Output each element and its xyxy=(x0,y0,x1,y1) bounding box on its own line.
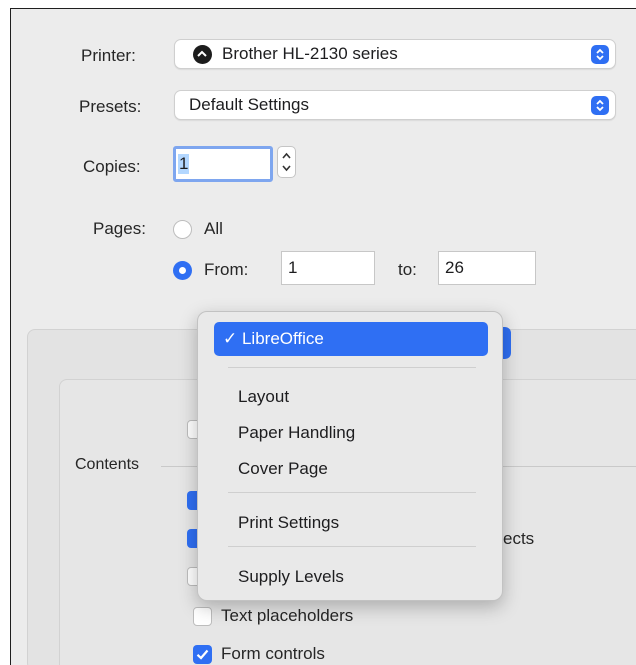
chevron-updown-icon[interactable] xyxy=(591,45,609,64)
printer-popup[interactable]: Brother HL-2130 series xyxy=(174,39,616,69)
presets-popup[interactable]: Default Settings xyxy=(174,90,616,120)
copies-stepper[interactable] xyxy=(277,146,296,178)
section-menu: ✓ LibreOffice Layout Paper Handling Cove… xyxy=(197,311,503,601)
partially-hidden-option-text: ects xyxy=(503,529,535,548)
menu-item-libreoffice[interactable]: ✓ LibreOffice xyxy=(214,322,488,356)
pages-label: Pages: xyxy=(93,219,146,238)
contents-label: Contents xyxy=(75,456,140,473)
presets-label: Presets: xyxy=(79,97,142,116)
radio-from[interactable] xyxy=(173,261,192,280)
to-input[interactable]: 26 xyxy=(438,251,536,285)
to-label: to: xyxy=(398,260,417,279)
menu-item-layout[interactable]: Layout xyxy=(238,387,289,407)
from-input[interactable]: 1 xyxy=(281,251,375,285)
menu-separator xyxy=(228,546,476,547)
radio-all-label: All xyxy=(204,219,223,238)
print-dialog: Printer: Brother HL-2130 series Presets:… xyxy=(10,8,636,665)
presets-value: Default Settings xyxy=(189,95,310,114)
from-value: 1 xyxy=(288,258,298,277)
chevron-updown-icon[interactable] xyxy=(591,96,609,115)
menu-item-cover-page[interactable]: Cover Page xyxy=(238,459,328,479)
text-placeholders-label: Text placeholders xyxy=(221,606,354,625)
checkmark-icon xyxy=(196,649,209,660)
to-value: 26 xyxy=(445,258,464,277)
form-controls-checkbox[interactable] xyxy=(193,645,212,664)
printer-value: Brother HL-2130 series xyxy=(222,44,398,63)
printer-icon xyxy=(193,44,212,64)
from-label: From: xyxy=(204,260,249,279)
menu-item-paper-handling[interactable]: Paper Handling xyxy=(238,423,355,443)
menu-item-supply-levels[interactable]: Supply Levels xyxy=(238,567,344,587)
menu-item-libreoffice-label: ✓ LibreOffice xyxy=(223,329,324,348)
copies-value: 1 xyxy=(178,154,190,174)
copies-input[interactable]: 1 xyxy=(173,146,273,182)
menu-separator xyxy=(228,367,476,368)
radio-all[interactable] xyxy=(173,220,192,239)
form-controls-label: Form controls xyxy=(221,644,325,663)
copies-label: Copies: xyxy=(83,157,141,176)
menu-separator xyxy=(228,492,476,493)
menu-item-print-settings[interactable]: Print Settings xyxy=(238,513,339,533)
text-placeholders-checkbox[interactable] xyxy=(193,607,212,626)
printer-label: Printer: xyxy=(81,46,136,65)
